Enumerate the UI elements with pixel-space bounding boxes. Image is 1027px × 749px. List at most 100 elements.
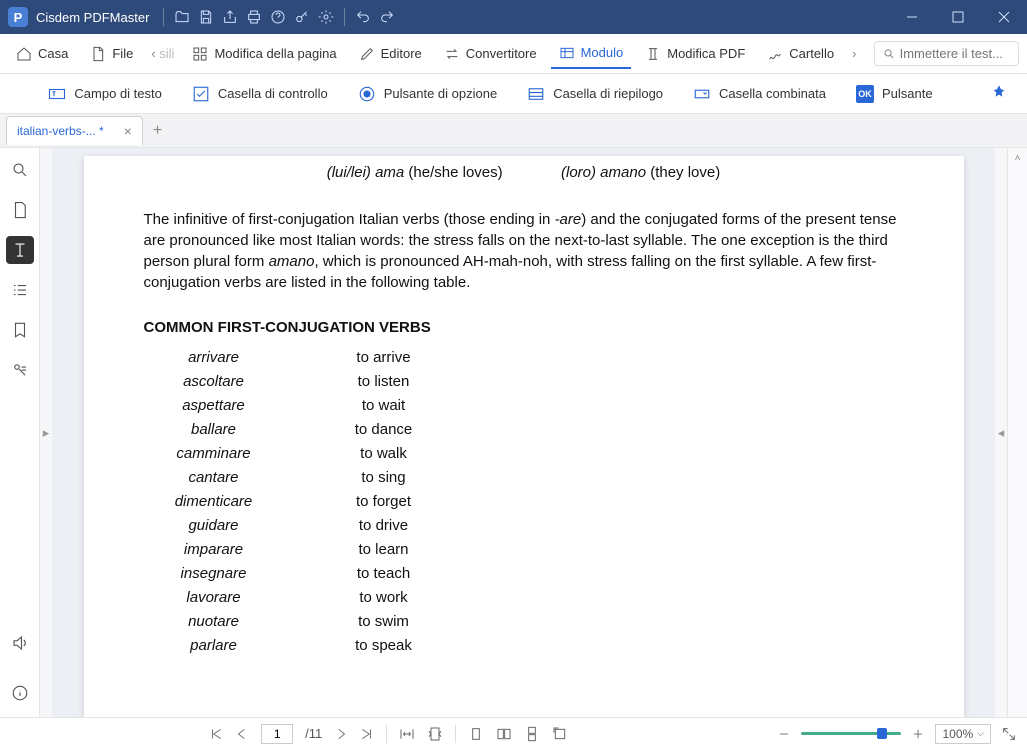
bookmark-panel-icon[interactable]	[6, 316, 34, 344]
continuous-icon[interactable]	[524, 726, 540, 742]
undo-icon[interactable]	[351, 5, 375, 29]
chevron-left-icon[interactable]: ‹ sili	[147, 40, 178, 67]
editor-label: Editore	[381, 46, 422, 61]
zoom-in-button[interactable]	[911, 727, 925, 741]
document-viewport[interactable]: (lui/lei) ama (he/she loves) (loro) aman…	[52, 148, 995, 717]
fullscreen-icon[interactable]	[1001, 726, 1017, 742]
status-bar: /11 100%⌵	[0, 717, 1027, 749]
search-input[interactable]	[900, 46, 1010, 61]
combobox-tool[interactable]: Casella combinata	[693, 85, 826, 103]
tab-strip: italian-verbs-... * × +	[0, 114, 1027, 148]
checkbox-label: Casella di controllo	[218, 86, 328, 101]
form-toolbar: Campo di testo Casella di controllo Puls…	[0, 74, 1027, 114]
combobox-label: Casella combinata	[719, 86, 826, 101]
chevron-right-icon[interactable]: ›	[848, 40, 860, 67]
single-page-icon[interactable]	[468, 726, 484, 742]
rotate-icon[interactable]	[552, 726, 568, 742]
text-panel-icon[interactable]	[6, 236, 34, 264]
editor-button[interactable]: Editore	[351, 40, 430, 68]
page-edit-label: Modifica della pagina	[214, 46, 336, 61]
verb-row: dimenticareto forget	[144, 490, 904, 514]
verb-row: imparareto learn	[144, 538, 904, 562]
document-tab[interactable]: italian-verbs-... * ×	[6, 116, 143, 145]
info-icon[interactable]	[6, 679, 34, 707]
zoom-slider[interactable]	[801, 732, 901, 735]
save-icon[interactable]	[194, 5, 218, 29]
verb-row: insegnareto teach	[144, 562, 904, 586]
minimize-button[interactable]	[889, 0, 935, 34]
app-title: Cisdem PDFMaster	[36, 10, 149, 25]
thumbnails-panel-icon[interactable]	[6, 196, 34, 224]
ok-icon: OK	[856, 85, 874, 103]
zoom-select[interactable]: 100%⌵	[935, 724, 991, 744]
edit-pdf-label: Modifica PDF	[667, 46, 745, 61]
page-total: /11	[305, 726, 322, 741]
tab-label: italian-verbs-... *	[17, 124, 104, 138]
new-tab-button[interactable]: +	[143, 116, 172, 146]
button-tool-label: Pulsante	[882, 86, 933, 101]
redo-icon[interactable]	[375, 5, 399, 29]
last-page-button[interactable]	[360, 727, 374, 741]
app-logo-icon: P	[8, 7, 28, 27]
file-label: File	[112, 46, 133, 61]
fit-page-icon[interactable]	[427, 726, 443, 742]
right-scrollbar[interactable]: ˄	[1007, 148, 1027, 717]
search-box[interactable]	[874, 41, 1019, 66]
form-button[interactable]: Modulo	[551, 39, 632, 69]
verb-table: arrivareto arriveascoltareto listenaspet…	[144, 346, 904, 658]
verb-row: parlareto speak	[144, 634, 904, 658]
verb-row: lavorareto work	[144, 586, 904, 610]
listbox-tool[interactable]: Casella di riepilogo	[527, 85, 663, 103]
verb-row: guidareto drive	[144, 514, 904, 538]
outline-panel-icon[interactable]	[6, 276, 34, 304]
verb-row: nuotareto swim	[144, 610, 904, 634]
page-input[interactable]	[261, 724, 293, 744]
sign-button[interactable]: Cartello	[759, 40, 842, 68]
verb-row: aspettareto wait	[144, 394, 904, 418]
key-icon[interactable]	[290, 5, 314, 29]
titlebar: P Cisdem PDFMaster	[0, 0, 1027, 34]
next-page-button[interactable]	[334, 727, 348, 741]
share-icon[interactable]	[218, 5, 242, 29]
checkbox-tool[interactable]: Casella di controllo	[192, 85, 328, 103]
prev-page-button[interactable]	[235, 727, 249, 741]
collapse-right-handle[interactable]: ◂	[995, 148, 1007, 717]
document-page: (lui/lei) ama (he/she loves) (loro) aman…	[84, 156, 964, 717]
pin-icon[interactable]	[991, 84, 1007, 103]
radio-tool[interactable]: Pulsante di opzione	[358, 85, 497, 103]
file-button[interactable]: File	[82, 40, 141, 68]
scroll-up-icon[interactable]: ˄	[1008, 148, 1027, 168]
verb-row: arrivareto arrive	[144, 346, 904, 370]
home-label: Casa	[38, 46, 68, 61]
fit-width-icon[interactable]	[399, 726, 415, 742]
section-title: COMMON FIRST-CONJUGATION VERBS	[144, 319, 904, 336]
conjugation-header: (lui/lei) ama (he/she loves) (loro) aman…	[144, 164, 904, 181]
text-field-label: Campo di testo	[74, 86, 161, 101]
workspace: ▸ (lui/lei) ama (he/she loves) (loro) am…	[0, 148, 1027, 717]
double-page-icon[interactable]	[496, 726, 512, 742]
settings-icon[interactable]	[314, 5, 338, 29]
converter-label: Convertitore	[466, 46, 537, 61]
open-icon[interactable]	[170, 5, 194, 29]
help-icon[interactable]	[266, 5, 290, 29]
main-toolbar: Casa File ‹ sili Modifica della pagina E…	[0, 34, 1027, 74]
button-tool[interactable]: OK Pulsante	[856, 85, 933, 103]
page-edit-button[interactable]: Modifica della pagina	[184, 40, 344, 68]
maximize-button[interactable]	[935, 0, 981, 34]
close-button[interactable]	[981, 0, 1027, 34]
tab-close-icon[interactable]: ×	[124, 123, 132, 139]
paragraph: The infinitive of first-conjugation Ital…	[144, 209, 904, 293]
edit-pdf-button[interactable]: Modifica PDF	[637, 40, 753, 68]
text-field-tool[interactable]: Campo di testo	[48, 85, 161, 103]
converter-button[interactable]: Convertitore	[436, 40, 545, 68]
sign-label: Cartello	[789, 46, 834, 61]
sound-icon[interactable]	[6, 629, 34, 657]
home-button[interactable]: Casa	[8, 40, 76, 68]
first-page-button[interactable]	[209, 727, 223, 741]
collapse-left-handle[interactable]: ▸	[40, 148, 52, 717]
left-sidebar	[0, 148, 40, 717]
search-panel-icon[interactable]	[6, 156, 34, 184]
signature-panel-icon[interactable]	[6, 356, 34, 384]
zoom-out-button[interactable]	[777, 727, 791, 741]
print-icon[interactable]	[242, 5, 266, 29]
